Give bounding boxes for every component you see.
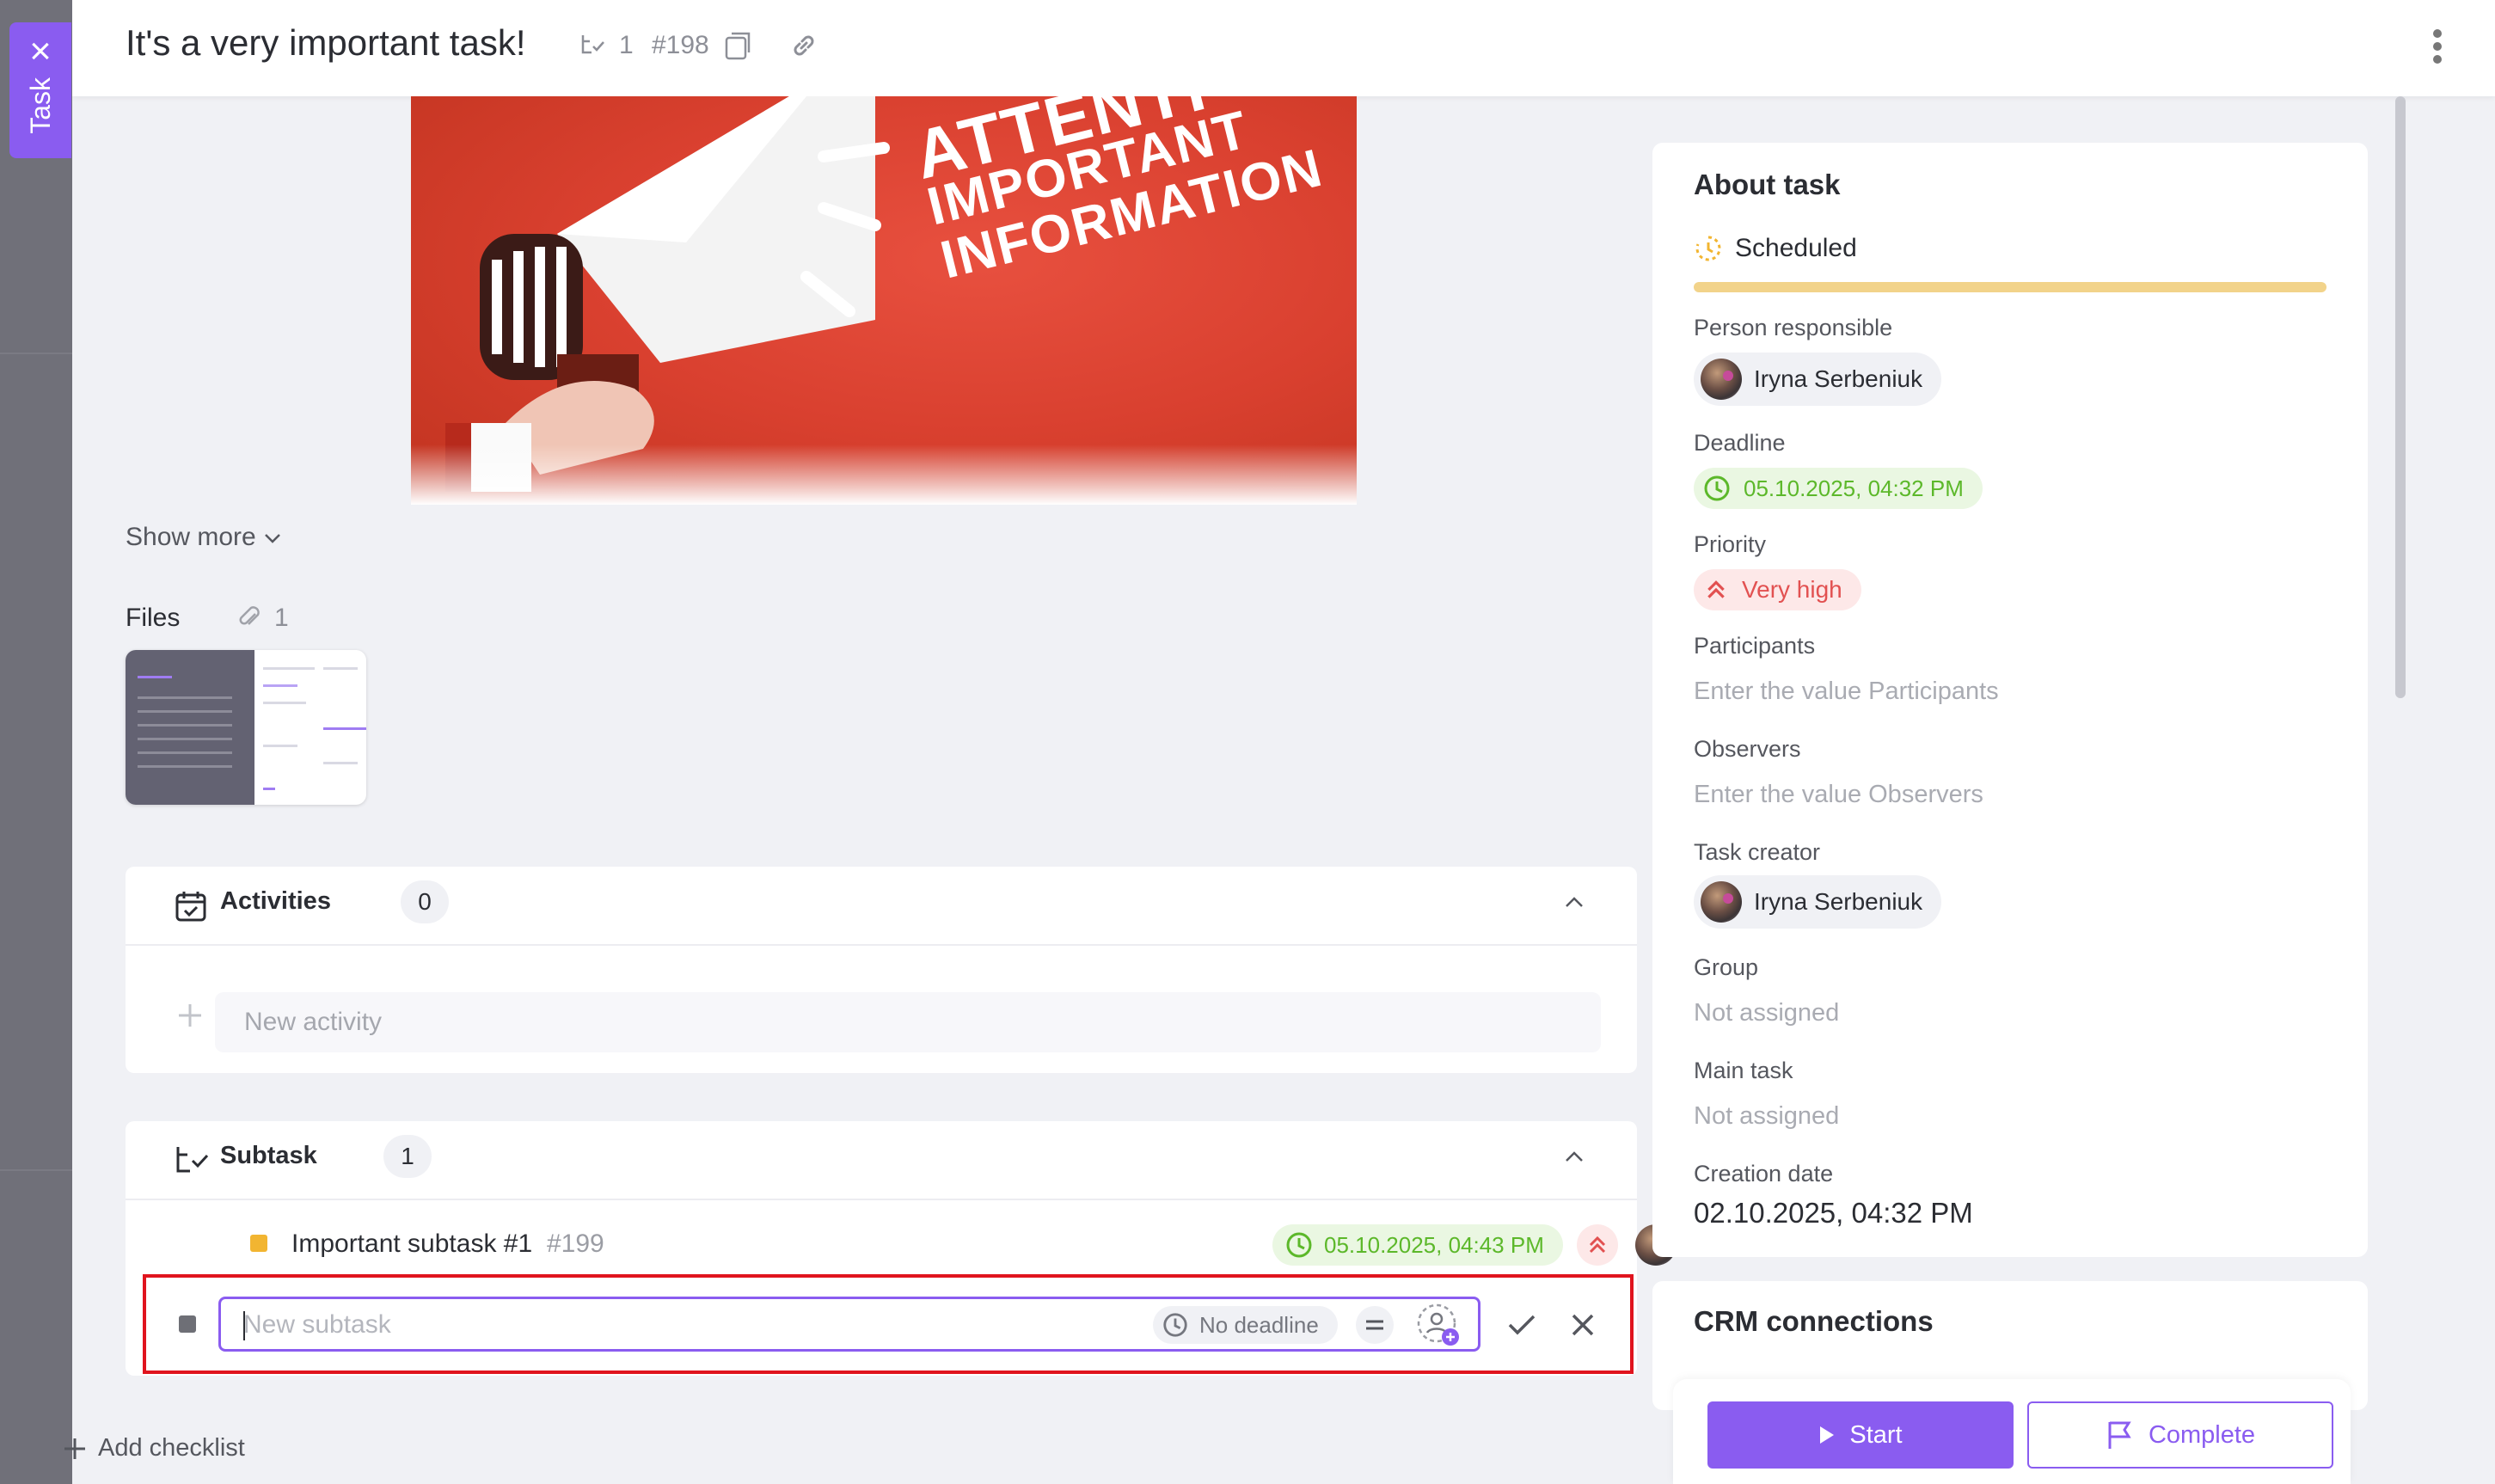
complete-button[interactable]: Complete (2027, 1401, 2333, 1469)
activities-card: Activities 0 New activity (126, 867, 1637, 1073)
priority-label: Priority (1694, 531, 1767, 557)
chevron-down-icon (265, 534, 280, 543)
paperclip-icon (239, 606, 260, 625)
clock-icon (1163, 1313, 1187, 1337)
task-side-tab[interactable]: × Task (9, 22, 71, 158)
person-responsible-label: Person responsible (1694, 315, 1893, 340)
priority-high-icon (1707, 580, 1725, 598)
main-task-label: Main task (1694, 1058, 1793, 1083)
close-icon[interactable]: × (29, 33, 52, 71)
background-divider (0, 1169, 72, 1171)
add-checklist-button[interactable]: Add checklist (62, 1434, 245, 1463)
status-progress-bar (1694, 282, 2326, 292)
task-creator-chip[interactable]: Iryna Serbeniuk (1694, 875, 1942, 929)
clock-icon (1695, 236, 1721, 261)
group-label: Group (1694, 954, 1759, 980)
task-status[interactable]: Scheduled (1694, 234, 1857, 263)
subtask-counter[interactable]: 1 (579, 31, 634, 60)
avatar (1701, 359, 1742, 400)
copy-icon[interactable] (722, 29, 755, 62)
observers-input[interactable]: Enter the value Observers (1694, 781, 1983, 809)
subtask-status-square[interactable] (250, 1235, 267, 1252)
cancel-close-icon[interactable] (1570, 1312, 1596, 1338)
about-task-title: About task (1694, 169, 1841, 200)
participants-label: Participants (1694, 633, 1816, 659)
task-id: #198 (652, 31, 709, 59)
deadline-label: Deadline (1694, 430, 1786, 456)
creation-date-value: 02.10.2025, 04:32 PM (1694, 1197, 1973, 1229)
activities-header[interactable]: Activities 0 (126, 867, 1637, 946)
group-value[interactable]: Not assigned (1694, 999, 1839, 1027)
scrollbar[interactable] (2395, 96, 2406, 698)
more-options-icon[interactable] (2433, 29, 2443, 64)
subtask-deadline-pill[interactable]: 05.10.2025, 04:43 PM (1272, 1224, 1563, 1266)
new-subtask-input[interactable] (242, 1309, 1101, 1340)
plus-icon (64, 1438, 85, 1459)
add-assignee-icon[interactable] (1416, 1303, 1461, 1347)
priority-high-icon[interactable] (1577, 1224, 1618, 1266)
subtask-name[interactable]: Important subtask #1 (291, 1230, 532, 1259)
description-image: ATTENTI IMPORTANT INFORMATION (411, 96, 1357, 505)
clock-icon (1704, 475, 1730, 501)
subtask-header[interactable]: Subtask 1 (126, 1121, 1637, 1200)
calendar-check-icon (175, 892, 206, 922)
show-more-link[interactable]: Show more (126, 523, 282, 552)
side-tab-label: Task (24, 77, 56, 134)
task-creator-label: Task creator (1694, 839, 1821, 865)
creation-date-label: Creation date (1694, 1161, 1834, 1187)
main-task-value[interactable]: Not assigned (1694, 1102, 1839, 1131)
chevron-up-icon[interactable] (1563, 894, 1585, 911)
file-thumbnail[interactable] (126, 650, 366, 805)
no-deadline-pill[interactable]: No deadline (1153, 1306, 1338, 1344)
background-divider (0, 353, 72, 354)
task-title[interactable]: It's a very important task! (126, 22, 526, 64)
deadline-chip[interactable]: 05.10.2025, 04:32 PM (1694, 468, 1983, 509)
crm-connections-title: CRM connections (1694, 1305, 1934, 1337)
activities-count: 0 (401, 880, 449, 923)
priority-chip[interactable]: Very high (1694, 569, 1861, 610)
subtask-id: #199 (547, 1230, 604, 1258)
new-activity-input[interactable]: New activity (215, 992, 1601, 1052)
avatar (1701, 881, 1742, 923)
new-subtask-status-square (179, 1315, 196, 1333)
play-icon (1820, 1426, 1835, 1444)
observers-label: Observers (1694, 736, 1801, 762)
participants-input[interactable]: Enter the value Participants (1694, 678, 1999, 706)
subtask-icon (581, 35, 604, 54)
task-header: It's a very important task! 1 #198 (72, 0, 2495, 96)
subtask-title: Subtask (220, 1142, 317, 1169)
text-caret (243, 1311, 245, 1340)
activities-title: Activities (220, 887, 331, 915)
background-app (0, 0, 72, 1484)
files-label: Files (126, 604, 181, 632)
action-bar: Start Complete (1673, 1379, 2351, 1484)
about-task-card: About task Scheduled Person responsible … (1652, 143, 2368, 1257)
confirm-check-icon[interactable] (1506, 1312, 1537, 1338)
link-icon[interactable] (788, 29, 820, 62)
subtask-icon (176, 1147, 209, 1173)
start-button[interactable]: Start (1707, 1401, 2014, 1469)
chevron-up-icon[interactable] (1563, 1149, 1585, 1166)
clock-icon (1286, 1232, 1312, 1258)
new-subtask-field[interactable]: No deadline (218, 1297, 1480, 1352)
files-count: 1 (235, 604, 289, 633)
person-responsible-chip[interactable]: Iryna Serbeniuk (1694, 353, 1942, 406)
megaphone-icon (445, 96, 890, 492)
flag-icon (2108, 1421, 2131, 1449)
subtask-count: 1 (383, 1135, 432, 1178)
hero-text: ATTENTI IMPORTANT INFORMATION (906, 96, 1329, 291)
priority-normal-icon[interactable] (1356, 1306, 1394, 1344)
plus-icon[interactable] (175, 1001, 205, 1030)
